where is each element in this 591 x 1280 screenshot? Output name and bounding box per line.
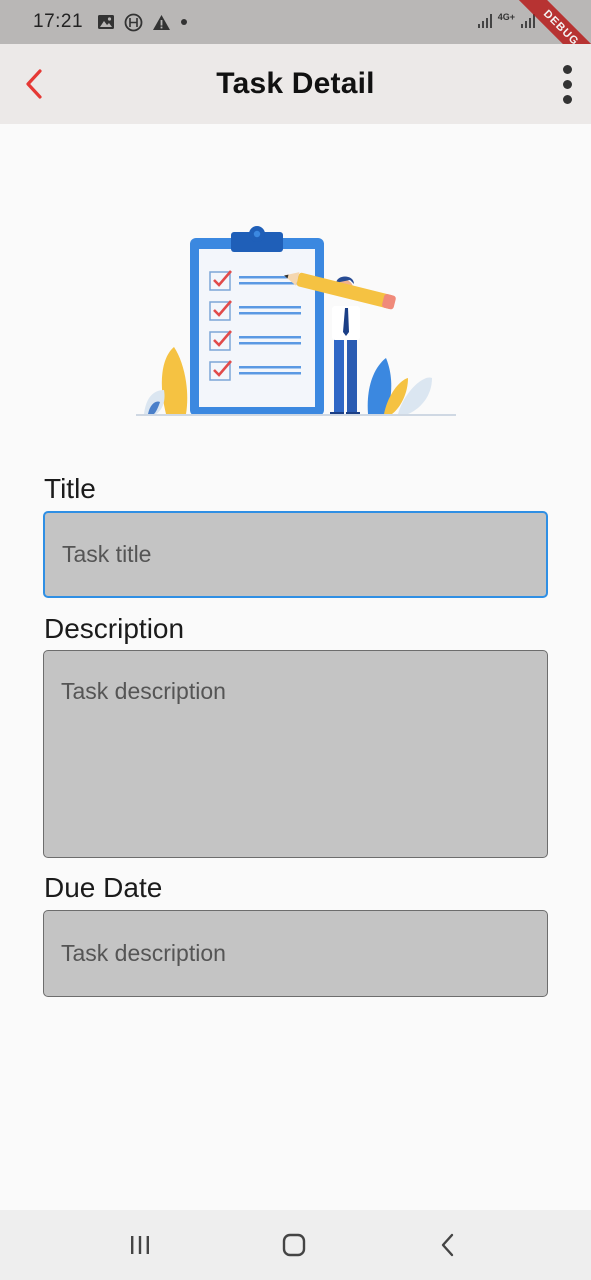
more-vertical-icon <box>562 64 572 74</box>
back-icon <box>441 1233 454 1257</box>
title-label: Title <box>44 473 96 504</box>
title-input[interactable] <box>43 511 548 598</box>
app-bar: Task Detail <box>0 44 591 124</box>
chevron-left-icon <box>26 69 42 99</box>
page-title: Task Detail <box>216 67 375 100</box>
nav-back-button[interactable] <box>428 1230 468 1260</box>
gallery-icon <box>98 15 115 29</box>
recent-apps-icon <box>131 1236 149 1254</box>
description-label: Description <box>44 613 185 644</box>
vpn-icon <box>124 13 143 31</box>
network-type-label: 4G+ <box>497 12 515 22</box>
task-illustration <box>136 226 456 416</box>
status-time: 17:21 <box>33 11 84 32</box>
status-icons <box>97 13 188 32</box>
recent-apps-button[interactable] <box>120 1230 160 1260</box>
home-icon <box>282 1233 306 1257</box>
status-bar: 17:21 4G+ <box>0 0 591 44</box>
signal-icon <box>477 12 492 28</box>
home-button[interactable] <box>274 1230 314 1260</box>
status-right: 4G+ <box>477 12 535 28</box>
more-menu-button[interactable] <box>555 62 579 106</box>
back-button[interactable] <box>14 64 54 104</box>
due-date-input[interactable] <box>43 910 548 997</box>
description-input[interactable] <box>43 650 548 858</box>
system-nav-bar <box>0 1210 591 1280</box>
dot-icon <box>181 19 188 25</box>
due-date-label: Due Date <box>44 872 163 903</box>
warning-icon <box>153 14 171 30</box>
